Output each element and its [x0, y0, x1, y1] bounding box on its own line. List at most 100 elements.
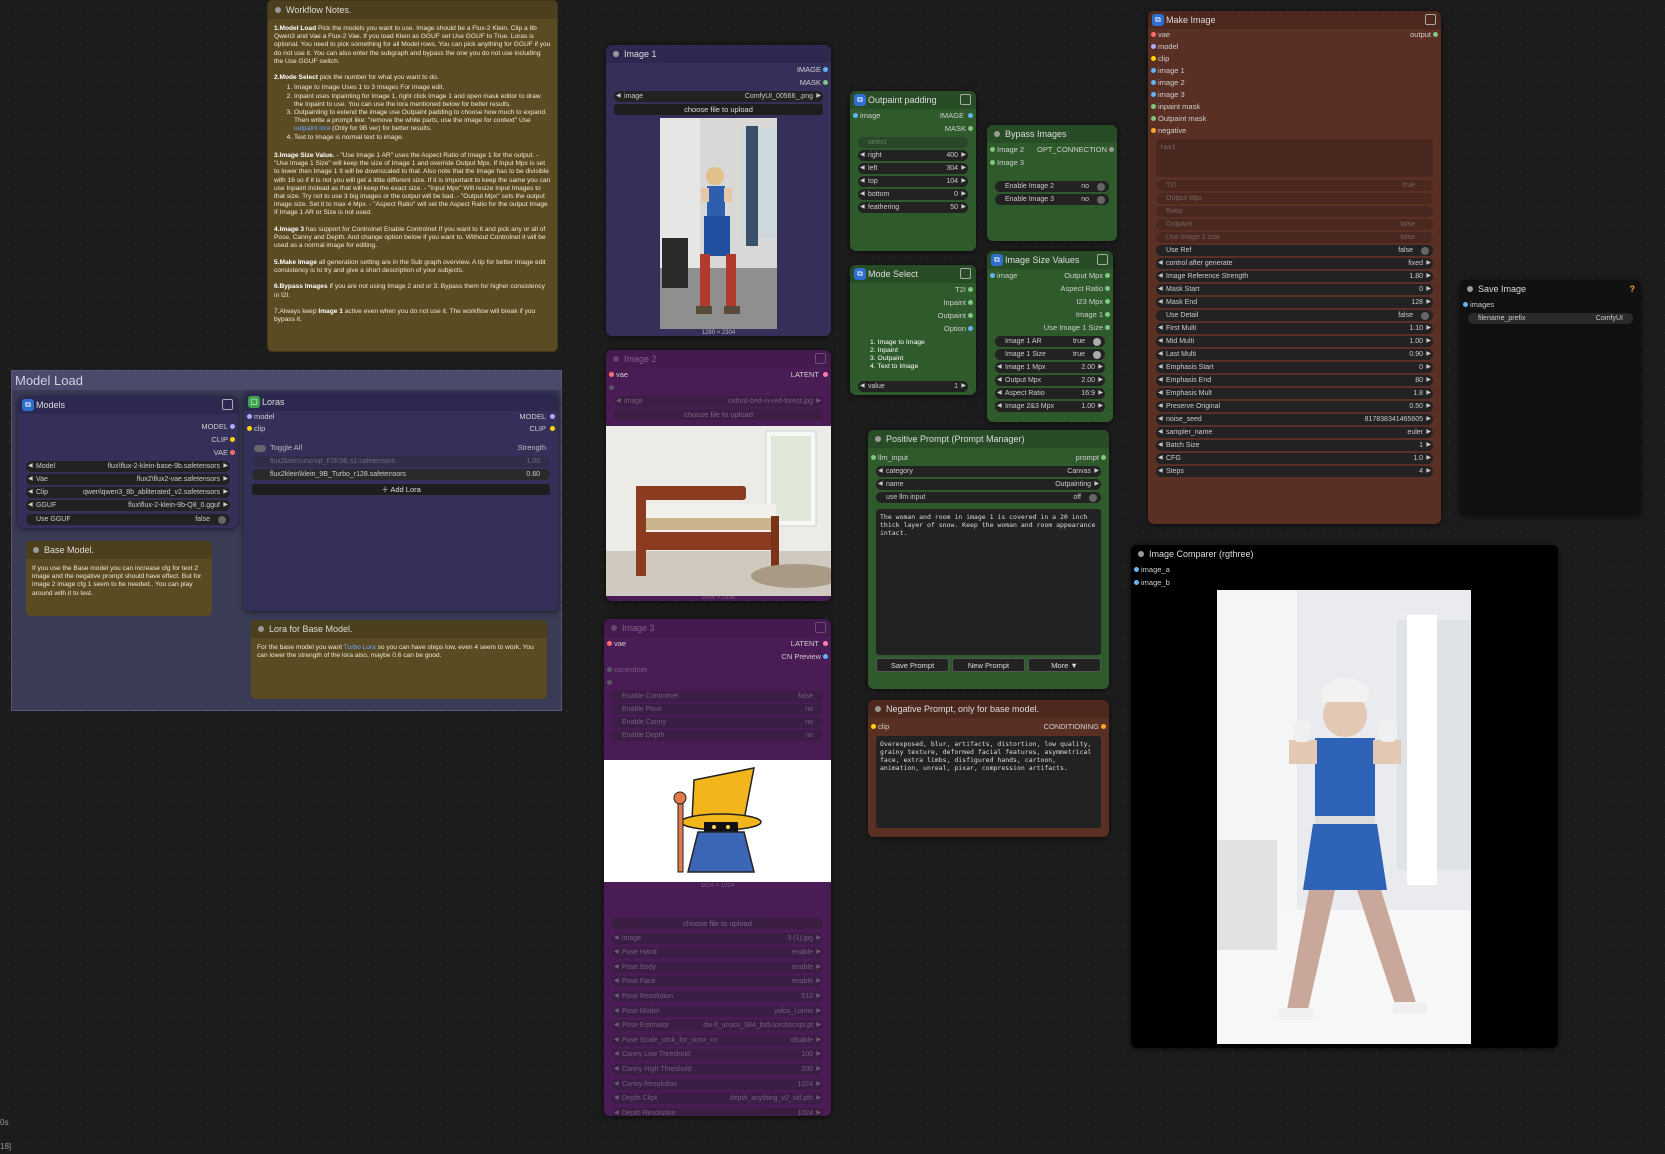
make-image-widget[interactable]: control after generatefixed — [1156, 258, 1433, 269]
output-aspect-ratio[interactable]: Aspect Ratio — [987, 282, 1113, 295]
left-widget[interactable]: left304 — [858, 163, 968, 174]
output-mask[interactable]: MASK — [850, 122, 976, 135]
image-comparer-node[interactable]: Image Comparer (rgthree) image_a image_b — [1131, 545, 1558, 1048]
input-model[interactable]: model MODEL — [244, 411, 558, 423]
make-image-widget[interactable]: Steps4 — [1156, 466, 1433, 477]
output-mask[interactable]: MASK — [606, 76, 831, 89]
output-image1[interactable]: Image 1 — [987, 308, 1113, 321]
image1-ar-toggle[interactable]: Image 1 AR true — [995, 336, 1105, 347]
category-select[interactable]: categoryCanvas — [876, 466, 1101, 477]
output-option[interactable]: Option — [850, 322, 976, 335]
save-prompt-button[interactable]: Save Prompt — [876, 658, 949, 672]
image3-node[interactable]: Image 3 vae LATENT CN Preview controlnet … — [604, 619, 831, 1116]
upload-button[interactable]: choose file to upload — [612, 918, 823, 929]
aspect-ratio-widget[interactable]: Aspect Ratio16:9 — [995, 388, 1105, 399]
input-image3[interactable]: Image 3 — [987, 156, 1117, 169]
make-image-widget[interactable]: Emphasis Start0 — [1156, 362, 1433, 373]
input-slot[interactable]: Outpaint mask — [1148, 113, 1441, 125]
size-values-title[interactable]: ⧉ Image Size Values — [987, 251, 1113, 269]
expand-icon[interactable] — [1425, 14, 1436, 25]
positive-prompt-text[interactable]: The woman and room in image 1 is covered… — [876, 509, 1101, 655]
output-outpaint[interactable]: Outpaint — [850, 309, 976, 322]
input-slot[interactable]: image 3 — [1148, 89, 1441, 101]
add-lora-button[interactable]: ＋ Add Lora — [252, 484, 550, 495]
outpaint-lora-link[interactable]: outpaint lora — [294, 125, 330, 132]
expand-icon[interactable] — [960, 94, 971, 105]
make-image-widget[interactable]: Batch Size1 — [1156, 440, 1433, 451]
image3-widget[interactable]: Pose Modelyolox_l.onnx — [612, 1005, 823, 1017]
input-image[interactable] — [604, 676, 831, 689]
image3-widget[interactable]: image3 (1).jpg — [612, 932, 823, 944]
expand-icon[interactable] — [222, 399, 233, 410]
make-image-widget[interactable]: sampler_nameeuler — [1156, 427, 1433, 438]
image3-widget[interactable]: Depth Resolution1024 — [612, 1107, 823, 1116]
bottom-widget[interactable]: bottom0 — [858, 189, 968, 200]
output-inpaint[interactable]: Inpaint — [850, 296, 976, 309]
image2-select[interactable]: imageoxford-bed-in-red-forest.jpg — [614, 396, 823, 407]
make-image-widget[interactable]: Use Ref false — [1156, 245, 1433, 256]
input-image2[interactable]: Image 2 OPT_CONNECTION — [987, 143, 1117, 156]
use-llm-toggle[interactable]: use llm input off — [876, 492, 1101, 503]
gguf-select[interactable]: GGUFflux\flux-2-klein-9b-Q8_0.gguf — [26, 500, 230, 511]
make-image-widget[interactable]: Mask Start0 — [1156, 284, 1433, 295]
converted-input[interactable]: T2I true — [1156, 180, 1433, 191]
image1-mpx-widget[interactable]: Image 1 Mpx2.00 — [995, 362, 1105, 373]
make-image-widget[interactable]: noise_seed817838341465605 — [1156, 414, 1433, 425]
bypass-node[interactable]: Bypass Images Image 2 OPT_CONNECTION Imag… — [987, 125, 1117, 241]
lora-note-title[interactable]: Lora for Base Model. — [251, 620, 547, 638]
upload-button[interactable]: choose file to upload — [614, 104, 823, 115]
vae-select[interactable]: Vaeflux2\flux2-vae.safetensors — [26, 474, 230, 485]
enable-image3-toggle[interactable]: Enable Image 3 no — [995, 194, 1109, 205]
positive-prompt-node[interactable]: Positive Prompt (Prompt Manager) llm_inp… — [868, 430, 1109, 689]
image3-widget[interactable]: Pose Faceenable — [612, 976, 823, 988]
input-slot[interactable]: model — [1148, 41, 1441, 53]
input-slot[interactable]: image 1 — [1148, 65, 1441, 77]
loras-node[interactable]: ▢ Loras model MODEL clip CLIP Toggle All Str… — [244, 393, 558, 611]
new-prompt-button[interactable]: New Prompt — [952, 658, 1025, 672]
output-image[interactable]: IMAGE — [606, 63, 831, 76]
upload-button[interactable]: choose file to upload — [614, 409, 823, 420]
mode-select-node[interactable]: ⧉ Mode Select T2I Inpaint Outpaint Option… — [850, 265, 976, 395]
expand-icon[interactable] — [960, 268, 971, 279]
output-mpx-widget[interactable]: Output Mpx2.00 — [995, 375, 1105, 386]
image3-widget[interactable]: Pose Estimatordw-ll_ucoco_384_bs5.torchs… — [612, 1020, 823, 1032]
make-image-widget[interactable]: CFG1.0 — [1156, 453, 1433, 464]
workflow-notes[interactable]: Workflow Notes. 1.Model Load Pick the mo… — [267, 0, 558, 352]
make-image-widget[interactable]: Emphasis Mult1.8 — [1156, 388, 1433, 399]
image-comparer-title[interactable]: Image Comparer (rgthree) — [1131, 545, 1558, 563]
image2-node[interactable]: Image 2 vaeLATENT imageoxford-bed-in-red… — [606, 350, 831, 601]
image3-widget[interactable]: Pose Resolution512 — [612, 990, 823, 1002]
make-image-widget[interactable]: First Multi1.10 — [1156, 323, 1433, 334]
image3-widget[interactable]: Pose Scale_stick_for_xinsr_cndisable — [612, 1034, 823, 1046]
mode-select-title[interactable]: ⧉ Mode Select — [850, 265, 976, 283]
make-image-node[interactable]: ⧉ Make Image vae output model clip image 1 ima… — [1148, 11, 1441, 524]
input-slot[interactable]: inpaint mask — [1148, 101, 1441, 113]
turbo-lora-link[interactable]: Turbo Lora — [344, 644, 376, 651]
expand-icon[interactable] — [1097, 254, 1108, 265]
negative-prompt-title[interactable]: Negative Prompt, only for base model. — [868, 700, 1109, 718]
output-cn-preview[interactable]: CN Preview — [604, 650, 831, 663]
name-select[interactable]: nameOutpainting — [876, 479, 1101, 490]
converted-input[interactable]: Ratio — [1156, 206, 1433, 217]
output-i23-mpx[interactable]: I23 Mpx — [987, 295, 1113, 308]
converted-input[interactable]: Use Image 1 size false — [1156, 232, 1433, 243]
image3-widget[interactable]: Canny Low Threshold100 — [612, 1049, 823, 1061]
image-select[interactable]: imageComfyUI_00566_.png — [614, 91, 823, 102]
save-image-title[interactable]: Save Image? — [1460, 280, 1641, 298]
mode-value-widget[interactable]: value1 — [858, 381, 968, 392]
make-image-widget[interactable]: Mask End128 — [1156, 297, 1433, 308]
enable-pose-toggle[interactable]: Enable Pose no — [612, 704, 823, 715]
image3-widget[interactable]: Depth Ckptdepth_anything_v2_vitl.pth — [612, 1093, 823, 1105]
loras-title[interactable]: ▢ Loras — [244, 393, 558, 411]
bypass-title[interactable]: Bypass Images — [987, 125, 1117, 143]
input-slot[interactable]: clip — [1148, 53, 1441, 65]
negative-prompt-node[interactable]: Negative Prompt, only for base model. cl… — [868, 700, 1109, 837]
make-image-title[interactable]: ⧉ Make Image — [1148, 11, 1441, 29]
make-image-text[interactable]: text — [1156, 139, 1433, 177]
image3-title[interactable]: Image 3 — [604, 619, 831, 637]
clip-select[interactable]: Clipqwen\qwen3_8b_abliterated_v2.safeten… — [26, 487, 230, 498]
output-clip[interactable]: CLIP — [18, 433, 238, 446]
outpaint-node[interactable]: ⧉ Outpaint padding image IMAGE MASK select… — [850, 91, 976, 251]
image1-size-toggle[interactable]: Image 1 Size true — [995, 349, 1105, 360]
make-image-widget[interactable]: Last Multi0.90 — [1156, 349, 1433, 360]
